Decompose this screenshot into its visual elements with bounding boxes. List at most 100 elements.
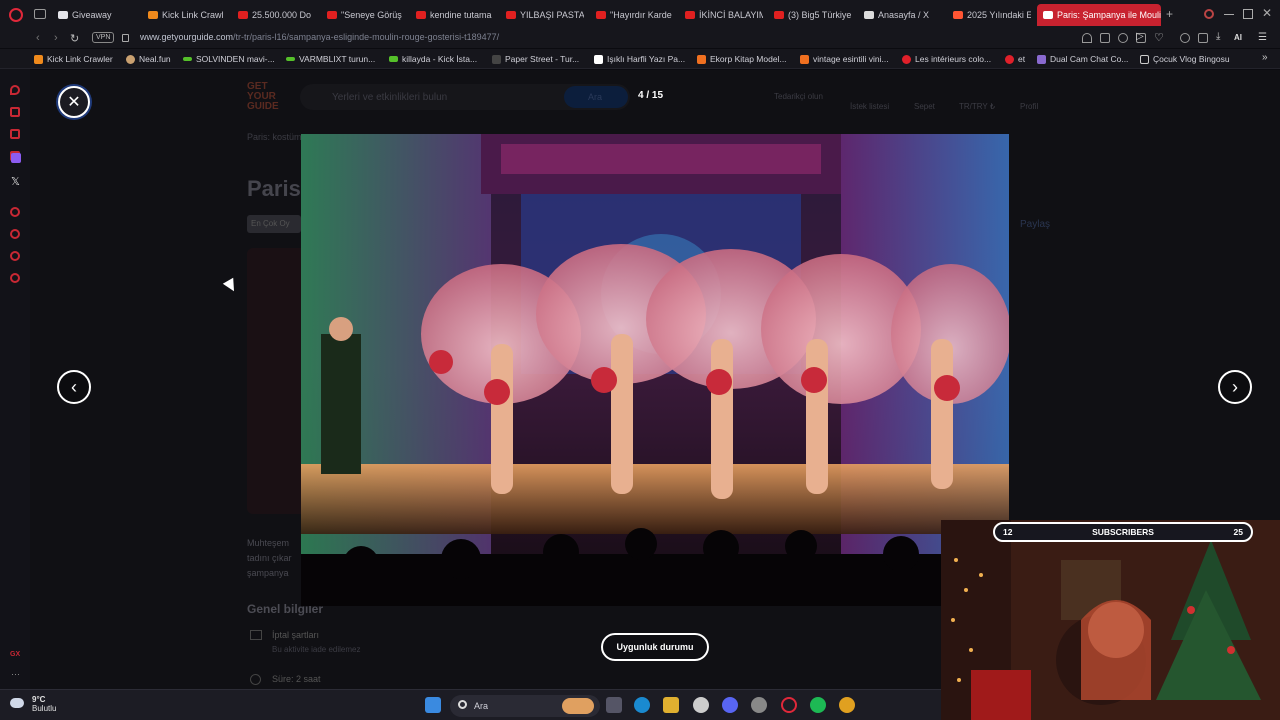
messenger-icon[interactable] <box>10 129 20 139</box>
minimize-icon[interactable] <box>1224 14 1234 15</box>
previous-image-button[interactable]: ‹ <box>57 370 91 404</box>
bookmark-item[interactable]: Ekorp Kitap Model... <box>697 54 787 64</box>
start-icon[interactable] <box>425 697 441 713</box>
lock-icon[interactable] <box>122 34 129 42</box>
next-image-button[interactable]: › <box>1218 370 1252 404</box>
tab-youtube-5[interactable]: "Hayırdır Karde <box>596 6 674 24</box>
edge-icon[interactable] <box>634 697 650 713</box>
subscriber-goal-bar: 12 SUBSCRIBERS 25 <box>993 522 1253 542</box>
subscriber-label: SUBSCRIBERS <box>1092 527 1154 537</box>
bookmark-item[interactable]: Les intérieurs colo... <box>902 54 991 64</box>
shopping-icon[interactable] <box>10 107 20 117</box>
settings-app-icon[interactable] <box>693 697 709 713</box>
weather-widget[interactable]: 9°C Bulutlu <box>10 695 56 713</box>
extensions-icon[interactable] <box>1180 33 1190 43</box>
info-title: Süre: 2 saat <box>272 674 321 684</box>
aria-ai-button[interactable]: AI <box>1234 33 1242 42</box>
kick-icon <box>148 11 158 19</box>
tab-youtube-4[interactable]: YILBAŞI PASTA <box>506 6 584 24</box>
tab-x[interactable]: Anasayfa / X <box>864 6 942 24</box>
tab-giveaway[interactable]: Giveaway <box>58 6 140 24</box>
extension-icon[interactable] <box>1082 33 1092 43</box>
tab-gyg-active[interactable]: Paris: Şampanya ile Mouli <box>1037 4 1161 26</box>
heart-icon[interactable]: ♡ <box>1154 31 1164 44</box>
bookmark-item[interactable]: Kick Link Crawler <box>34 54 113 64</box>
search-placeholder: Yerleri ve etkinlikleri bulun <box>332 92 448 103</box>
cloud-icon <box>10 698 24 708</box>
search-tabs-icon[interactable] <box>1204 9 1214 19</box>
search-button-label: Ara <box>588 92 603 102</box>
youtube-icon <box>506 11 516 19</box>
bookmark-item[interactable]: VARMBLIXT turun... <box>286 54 375 64</box>
file-explorer-icon[interactable] <box>663 697 679 713</box>
play-icon[interactable]: ▷ <box>1136 31 1144 42</box>
forward-icon[interactable]: › <box>54 32 58 44</box>
pinboard-icon[interactable] <box>10 251 20 261</box>
x-icon[interactable]: 𝕏 <box>11 175 20 188</box>
bookmark-item[interactable]: SOLVINDEN mavi-... <box>183 54 275 64</box>
tab-youtube-3[interactable]: kendine tutama <box>416 6 494 24</box>
bookmarks-more-icon[interactable]: » <box>1262 52 1268 63</box>
task-view-icon[interactable] <box>606 697 622 713</box>
twitch-icon[interactable] <box>11 153 21 163</box>
tab-youtube-2[interactable]: "Seneye Görüş <box>327 6 407 24</box>
windows-taskbar: 9°C Bulutlu Ara <box>0 689 941 720</box>
opera-logo-icon[interactable] <box>9 8 23 22</box>
vpn-badge[interactable]: VPN <box>92 32 115 43</box>
tab-menu-icon[interactable] <box>34 9 46 19</box>
discord-icon[interactable] <box>722 697 738 713</box>
subscriber-goal: 25 <box>1233 527 1243 537</box>
check-availability-button[interactable]: Uygunluk durumu <box>601 633 709 661</box>
adblock-icon[interactable] <box>1118 33 1128 43</box>
menu-icon[interactable]: ☰ <box>1258 32 1267 43</box>
pinterest-icon <box>1005 54 1014 64</box>
tab-youtube-1[interactable]: 25.500.000 Do <box>238 6 316 24</box>
tab-gyg-1[interactable]: 2025 Yılındaki E <box>953 6 1031 24</box>
bookmark-item[interactable]: Çocuk Vlog Bingosu <box>1140 54 1230 64</box>
bookmark-item[interactable]: et <box>1005 54 1025 64</box>
close-gallery-button[interactable]: ✕ <box>58 86 90 118</box>
history-icon[interactable] <box>10 229 20 239</box>
wallet-icon[interactable] <box>1198 33 1208 43</box>
search-highlight-icon <box>562 698 594 714</box>
reload-icon[interactable]: ↻ <box>70 32 79 45</box>
youtube-icon <box>416 11 426 19</box>
chrome-icon[interactable] <box>839 697 855 713</box>
tab-youtube-7[interactable]: (3) Big5 Türkiye <box>774 6 854 24</box>
locale-link: TR/TRY ₺ <box>959 102 995 111</box>
bookmark-item[interactable]: Neal.fun <box>126 54 171 64</box>
download-icon[interactable]: ⤓ <box>1216 31 1220 42</box>
address-bar: ‹ › ↻ VPN www.getyourguide.com/tr-tr/par… <box>0 30 1280 48</box>
maximize-icon[interactable] <box>1243 9 1253 19</box>
moulin-rouge-photo <box>301 134 1009 606</box>
bookmark-item[interactable]: Dual Cam Chat Co... <box>1037 54 1128 64</box>
close-window-icon[interactable]: ✕ <box>1262 6 1272 20</box>
shop-icon <box>697 54 706 64</box>
url-field[interactable]: www.getyourguide.com/tr-tr/paris-l16/sam… <box>140 32 499 42</box>
back-icon[interactable]: ‹ <box>36 32 40 44</box>
settings-icon[interactable] <box>10 273 20 283</box>
bookmark-item[interactable]: vintage esintili vini... <box>800 54 889 64</box>
tab-youtube-6[interactable]: İKİNCİ BALAYIM <box>685 6 763 24</box>
bookmark-item[interactable]: Paper Street - Tur... <box>492 54 579 64</box>
wishlist-link: İstek listesi <box>850 102 890 111</box>
taskbar-search[interactable]: Ara <box>450 695 600 717</box>
bookmark-item[interactable]: killayda - Kick İsta... <box>389 54 477 64</box>
aria-icon[interactable] <box>10 85 20 95</box>
cart-link: Sepet <box>914 102 935 111</box>
spotify-icon[interactable] <box>810 697 826 713</box>
screenshot-icon[interactable] <box>1100 33 1110 43</box>
app-icon[interactable] <box>751 697 767 713</box>
main-image-dimmed <box>247 248 307 514</box>
new-tab-button[interactable]: + <box>1166 7 1173 21</box>
more-icon[interactable]: ⋯ <box>11 669 20 680</box>
gx-icon[interactable]: GX <box>10 651 20 658</box>
bookmarks-bar: Kick Link Crawler Neal.fun SOLVINDEN mav… <box>0 49 1280 69</box>
kick-icon <box>183 57 192 61</box>
bookmark-item[interactable]: Işıklı Harfli Yazı Pa... <box>594 54 685 64</box>
player-icon[interactable] <box>10 207 20 217</box>
kick-icon <box>34 54 43 64</box>
tab-kick-link[interactable]: Kick Link Crawl <box>148 6 230 24</box>
browser-tab-bar: Giveaway Kick Link Crawl 25.500.000 Do "… <box>0 0 1280 30</box>
opera-gx-icon[interactable] <box>781 697 797 713</box>
